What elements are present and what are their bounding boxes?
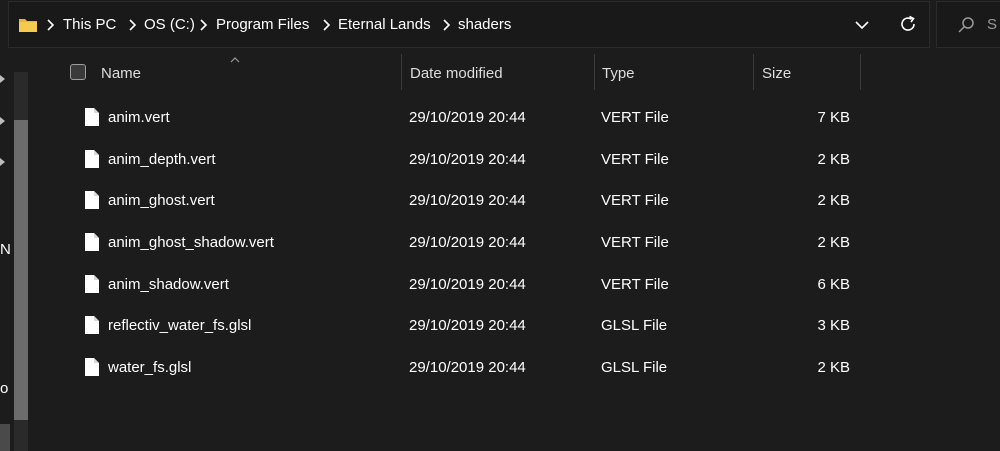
file-type: VERT File <box>601 275 669 293</box>
file-type: VERT File <box>601 234 669 252</box>
file-size: 3 KB <box>817 317 850 335</box>
nav-item-label[interactable]: N <box>0 241 11 258</box>
file-name[interactable]: anim_ghost_shadow.vert <box>108 234 274 251</box>
file-size: 7 KB <box>817 109 850 126</box>
file-row[interactable]: anim.vert 29/10/2019 20:44 VERT File 7 K… <box>60 97 870 139</box>
file-name[interactable]: water_fs.glsl <box>108 359 191 376</box>
file-date-modified: 29/10/2019 20:44 <box>409 234 526 252</box>
folder-icon <box>19 19 37 32</box>
file-row[interactable]: anim_shadow.vert 29/10/2019 20:44 VERT F… <box>60 264 870 306</box>
file-size: 2 KB <box>817 234 850 252</box>
file-icon <box>85 108 99 126</box>
file-date-modified: 29/10/2019 20:44 <box>409 317 526 335</box>
nav-scrollbar-thumb[interactable] <box>14 120 28 420</box>
file-icon <box>85 233 99 252</box>
file-date-modified: 29/10/2019 20:44 <box>409 359 526 377</box>
chevron-down-icon[interactable] <box>851 14 873 36</box>
address-bar[interactable]: This PC OS (C:) Program Files Eternal La… <box>8 1 930 48</box>
file-name[interactable]: anim_shadow.vert <box>108 276 229 293</box>
column-header-date-modified[interactable]: Date modified <box>410 65 503 82</box>
file-row[interactable]: reflectiv_water_fs.glsl 29/10/2019 20:44… <box>60 305 870 347</box>
file-size: 2 KB <box>817 359 850 377</box>
file-name[interactable]: anim.vert <box>108 109 170 126</box>
file-size: 2 KB <box>817 192 850 210</box>
search-box[interactable]: S <box>936 1 1000 48</box>
breadcrumb-this-pc[interactable]: This PC <box>63 16 116 34</box>
breadcrumb-program-files[interactable]: Program Files <box>216 16 309 34</box>
file-row[interactable]: anim_ghost.vert 29/10/2019 20:44 VERT Fi… <box>60 180 870 222</box>
file-icon <box>85 149 99 168</box>
column-header-row: Name Date modified Type Size <box>60 54 870 92</box>
breadcrumb-separator-icon[interactable] <box>442 19 451 31</box>
file-date-modified: 29/10/2019 20:44 <box>409 275 526 293</box>
column-header-size[interactable]: Size <box>762 65 791 82</box>
file-explorer-window: This PC OS (C:) Program Files Eternal La… <box>0 0 1000 451</box>
file-row[interactable]: anim_ghost_shadow.vert 29/10/2019 20:44 … <box>60 222 870 264</box>
file-size: 2 KB <box>817 150 850 168</box>
column-header-type[interactable]: Type <box>602 65 635 82</box>
search-icon <box>958 17 974 33</box>
file-name[interactable]: reflectiv_water_fs.glsl <box>108 317 251 334</box>
file-date-modified: 29/10/2019 20:44 <box>409 192 526 210</box>
breadcrumb-os-c[interactable]: OS (C:) <box>144 16 195 34</box>
breadcrumb-shaders[interactable]: shaders <box>458 16 511 34</box>
file-type: VERT File <box>601 109 669 126</box>
file-type: GLSL File <box>601 359 668 377</box>
file-icon <box>85 274 99 293</box>
file-name[interactable]: anim_depth.vert <box>108 151 216 168</box>
search-placeholder: S <box>987 16 998 33</box>
breadcrumb-separator-icon[interactable] <box>46 19 55 31</box>
nav-scrollbar-end <box>0 424 10 451</box>
column-divider[interactable] <box>753 54 754 90</box>
breadcrumb-eternal-lands[interactable]: Eternal Lands <box>338 16 431 34</box>
file-row[interactable]: anim_depth.vert 29/10/2019 20:44 VERT Fi… <box>60 139 870 181</box>
column-header-name[interactable]: Name <box>101 65 141 82</box>
sort-ascending-icon <box>230 57 240 63</box>
nav-item-label[interactable]: o <box>0 380 8 397</box>
file-size: 6 KB <box>817 275 850 293</box>
file-type: GLSL File <box>601 317 668 335</box>
breadcrumb-separator-icon[interactable] <box>199 19 208 31</box>
file-date-modified: 29/10/2019 20:44 <box>409 109 526 126</box>
file-icon <box>85 191 99 210</box>
column-divider[interactable] <box>594 54 595 90</box>
refresh-icon[interactable] <box>897 13 919 35</box>
select-all-checkbox[interactable] <box>70 64 86 80</box>
chevron-right-icon[interactable] <box>0 156 8 168</box>
column-divider[interactable] <box>860 54 861 90</box>
file-name[interactable]: anim_ghost.vert <box>108 192 215 209</box>
file-icon <box>85 358 99 377</box>
breadcrumb-separator-icon[interactable] <box>128 19 137 31</box>
chevron-right-icon[interactable] <box>0 73 8 85</box>
file-type: VERT File <box>601 150 669 168</box>
file-date-modified: 29/10/2019 20:44 <box>409 150 526 168</box>
file-row[interactable]: water_fs.glsl 29/10/2019 20:44 GLSL File… <box>60 347 870 389</box>
file-list: anim.vert 29/10/2019 20:44 VERT File 7 K… <box>60 97 870 389</box>
column-divider[interactable] <box>401 54 402 90</box>
breadcrumb-separator-icon[interactable] <box>322 19 331 31</box>
chevron-right-icon[interactable] <box>0 115 8 127</box>
file-icon <box>85 316 99 335</box>
file-type: VERT File <box>601 192 669 210</box>
